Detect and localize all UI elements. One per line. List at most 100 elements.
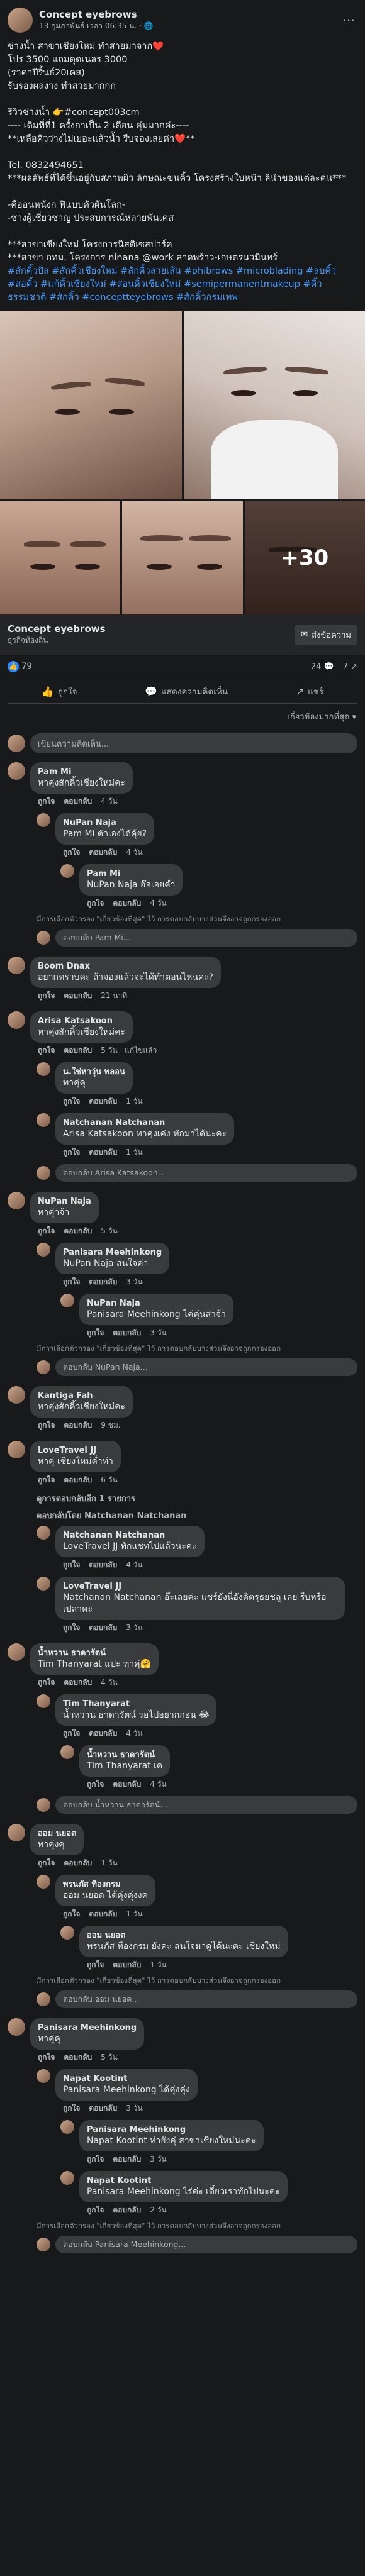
view-more-replies[interactable]: ดูการตอบกลับอีก 1 รายการ xyxy=(36,1492,357,1505)
commenter-name[interactable]: ออม นยอด xyxy=(87,1930,281,1941)
comment-like-button[interactable]: ถูกใจ xyxy=(87,2153,104,2165)
comment-reply-button[interactable]: ตอบกลับ xyxy=(89,1146,117,1158)
commenter-avatar[interactable] xyxy=(36,1113,50,1127)
more-options-icon[interactable]: ⋯ xyxy=(340,13,357,28)
commenter-avatar[interactable] xyxy=(8,1192,25,1209)
commenter-avatar[interactable] xyxy=(60,1294,74,1307)
comment-count[interactable]: 24 💬 xyxy=(311,662,334,672)
commenter-name[interactable]: Panisara Meehinkong xyxy=(63,1247,162,1258)
comment-reply-button[interactable]: ตอบกลับ xyxy=(89,1728,117,1740)
comment-reply-button[interactable]: ตอบกลับ xyxy=(113,1327,141,1339)
comment-age[interactable]: 3 วัน xyxy=(126,1622,142,1634)
commenter-name[interactable]: NuPan Naja xyxy=(63,818,147,828)
commenter-name[interactable]: Napat Kootint xyxy=(87,2175,280,2186)
comment-sort-dropdown[interactable]: เกี่ยวข้องมากที่สุด ▾ xyxy=(0,704,365,730)
commenter-avatar[interactable] xyxy=(60,2120,74,2134)
send-message-button[interactable]: ✉ ส่งข้อความ xyxy=(295,624,357,645)
comment-like-button[interactable]: ถูกใจ xyxy=(63,2102,80,2114)
comment-reply-button[interactable]: ตอบกลับ xyxy=(89,1622,117,1634)
commenter-name[interactable]: Boom Dnax xyxy=(38,961,213,972)
comment-age[interactable]: 1 วัน xyxy=(126,1908,142,1920)
page-link-card[interactable]: Concept eyebrows ธุรกิจท้องถิ่น ✉ ส่งข้อ… xyxy=(0,614,365,655)
photo-5[interactable]: +30 xyxy=(244,501,365,614)
post-author[interactable]: Concept eyebrows xyxy=(39,9,340,20)
commenter-avatar[interactable] xyxy=(36,1577,50,1591)
commenter-name[interactable]: Kantiga Fah xyxy=(38,1391,125,1401)
commenter-name[interactable]: Natchanan Natchanan xyxy=(63,1530,197,1541)
comment-age[interactable]: 4 วัน xyxy=(126,1728,142,1740)
commenter-avatar[interactable] xyxy=(8,762,25,780)
page-avatar[interactable] xyxy=(8,8,33,33)
comment-reply-button[interactable]: ตอบกลับ xyxy=(113,2153,141,2165)
commenter-name[interactable]: Panisara Meehinkong xyxy=(38,2023,137,2033)
comment-like-button[interactable]: ถูกใจ xyxy=(63,1559,80,1571)
comment-like-button[interactable]: ถูกใจ xyxy=(87,1779,104,1790)
photo-4[interactable] xyxy=(122,501,243,614)
comment-like-button[interactable]: ถูกใจ xyxy=(38,1677,55,1689)
commenter-name[interactable]: Arisa Katsakoon xyxy=(38,1016,125,1026)
comment-like-button[interactable]: ถูกใจ xyxy=(63,1276,80,1288)
photo-2[interactable] xyxy=(183,311,365,499)
commenter-avatar[interactable] xyxy=(8,1011,25,1029)
comment-input[interactable]: เขียนความคิดเห็น... xyxy=(30,733,357,753)
comment-like-button[interactable]: ถูกใจ xyxy=(87,1959,104,1971)
comment-age[interactable]: 4 วัน xyxy=(126,847,142,858)
commenter-avatar[interactable] xyxy=(8,957,25,974)
commenter-avatar[interactable] xyxy=(8,1643,25,1661)
comment-reply-button[interactable]: ตอบกลับ xyxy=(64,796,92,808)
comment-like-button[interactable]: ถูกใจ xyxy=(87,2204,104,2216)
comment-like-button[interactable]: ถูกใจ xyxy=(38,1419,55,1431)
comment-button[interactable]: 💬 แสดงความคิดเห็น xyxy=(145,684,228,698)
commenter-name[interactable]: Panisara Meehinkong xyxy=(87,2124,256,2135)
like-button[interactable]: 👍 ถูกใจ xyxy=(42,684,77,698)
commenter-name[interactable]: Tim Thanyarat xyxy=(63,1699,209,1709)
commenter-avatar[interactable] xyxy=(8,1441,25,1458)
comment-reply-button[interactable]: ตอบกลับ xyxy=(64,1677,92,1689)
comment-reply-button[interactable]: ตอบกลับ xyxy=(64,990,92,1002)
commenter-avatar[interactable] xyxy=(60,1745,74,1759)
commenter-avatar[interactable] xyxy=(36,813,50,827)
comment-reply-button[interactable]: ตอบกลับ xyxy=(89,1559,117,1571)
comment-age[interactable]: 4 วัน xyxy=(150,897,166,909)
comment-age[interactable]: 9 ชม. xyxy=(101,1419,120,1431)
commenter-avatar[interactable] xyxy=(60,2171,74,2185)
comment-age[interactable]: 3 วัน xyxy=(126,2102,142,2114)
comment-age[interactable]: 2 วัน xyxy=(150,2204,166,2216)
comment-reply-button[interactable]: ตอบกลับ xyxy=(89,1096,117,1108)
comment-like-button[interactable]: ถูกใจ xyxy=(38,1225,55,1237)
commenter-avatar[interactable] xyxy=(36,2069,50,2083)
comment-age[interactable]: 1 วัน xyxy=(150,1959,166,1971)
comment-like-button[interactable]: ถูกใจ xyxy=(38,1045,55,1057)
reply-input[interactable]: ตอบกลับ ออม นยอด... xyxy=(55,1990,357,2008)
comment-age[interactable]: 6 วัน xyxy=(101,1474,117,1486)
commenter-name[interactable]: น้ำหวาน ธาดารัตน์ xyxy=(38,1648,151,1658)
comment-like-button[interactable]: ถูกใจ xyxy=(38,1857,55,1869)
comment-like-button[interactable]: ถูกใจ xyxy=(87,897,104,909)
comment-reply-button[interactable]: ตอบกลับ xyxy=(113,2204,141,2216)
reaction-count[interactable]: 79 xyxy=(21,662,32,672)
like-reaction-icon[interactable]: 👍 xyxy=(8,661,19,672)
comment-reply-button[interactable]: ตอบกลับ xyxy=(113,897,141,909)
commenter-avatar[interactable] xyxy=(36,1062,50,1076)
comment-like-button[interactable]: ถูกใจ xyxy=(63,1096,80,1108)
comment-age[interactable]: 1 วัน xyxy=(126,1096,142,1108)
commenter-name[interactable]: NuPan Naja xyxy=(38,1196,91,1207)
comment-reply-button[interactable]: ตอบกลับ xyxy=(89,1276,117,1288)
comment-reply-button[interactable]: ตอบกลับ xyxy=(64,2051,92,2063)
replied-by-label[interactable]: ตอบกลับโดย Natchanan Natchanan xyxy=(36,1509,357,1522)
comment-like-button[interactable]: ถูกใจ xyxy=(38,990,55,1002)
comment-age[interactable]: 3 วัน xyxy=(150,2153,166,2165)
commenter-avatar[interactable] xyxy=(36,1526,50,1540)
comment-like-button[interactable]: ถูกใจ xyxy=(87,1327,104,1339)
comment-age[interactable]: 4 วัน xyxy=(150,1779,166,1790)
commenter-avatar[interactable] xyxy=(8,1386,25,1404)
commenter-avatar[interactable] xyxy=(36,1243,50,1257)
share-button[interactable]: ↗ แชร์ xyxy=(296,684,324,698)
share-count[interactable]: 7 ↗ xyxy=(343,662,357,672)
comment-like-button[interactable]: ถูกใจ xyxy=(38,796,55,808)
commenter-name[interactable]: Pam Mi xyxy=(87,869,175,879)
reply-input[interactable]: ตอบกลับ Pam Mi... xyxy=(55,929,357,947)
commenter-name[interactable]: ออม นยอด xyxy=(38,1828,76,1839)
comment-age[interactable]: 1 วัน xyxy=(126,1146,142,1158)
commenter-name[interactable]: Natchanan Natchanan xyxy=(63,1118,227,1128)
